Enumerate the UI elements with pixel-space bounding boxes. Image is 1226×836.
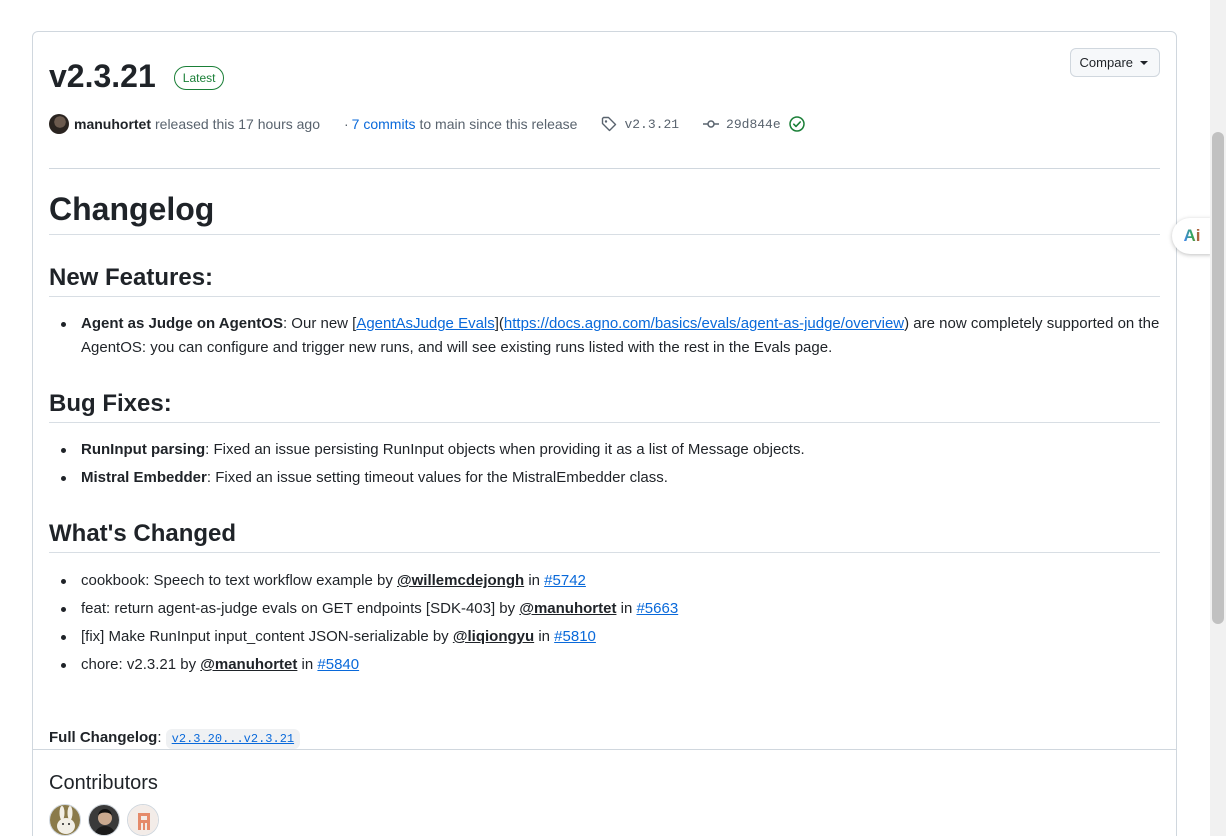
fix-name: RunInput parsing <box>81 441 206 458</box>
git-commit-icon <box>703 116 720 132</box>
list-item: chore: v2.3.21 by @manuhortet in #5840 <box>49 653 1160 677</box>
full-changelog: Full Changelog: v2.3.20...v2.3.21 <box>49 726 301 751</box>
avatar[interactable] <box>49 114 69 134</box>
new-features-list: Agent as Judge on AgentOS: Our new [Agen… <box>49 312 1160 360</box>
docs-link[interactable]: https://docs.agno.com/basics/evals/agent… <box>504 315 904 332</box>
caret-down-icon <box>1140 60 1148 65</box>
bug-fixes-list: RunInput parsing: Fixed an issue persist… <box>49 438 1160 490</box>
pr-link[interactable]: #5810 <box>554 628 596 645</box>
list-item: RunInput parsing: Fixed an issue persist… <box>49 438 1160 462</box>
ai-assistant-label: Ai <box>1183 226 1201 245</box>
released-text: released this 17 hours ago <box>155 116 320 132</box>
latest-badge: Latest <box>173 66 225 90</box>
user-link[interactable]: @liqiongyu <box>453 628 534 645</box>
compare-label: Compare <box>1079 55 1133 70</box>
contributors-divider <box>33 749 1176 750</box>
author-link[interactable]: manuhortet <box>74 116 151 132</box>
verified-check-icon[interactable] <box>788 116 805 132</box>
new-features-heading: New Features: <box>49 264 214 291</box>
h2-rule <box>49 552 1160 553</box>
tag-icon <box>601 116 617 132</box>
fix-text: : Fixed an issue persisting RunInput obj… <box>205 441 805 458</box>
avatar[interactable] <box>88 804 120 836</box>
change-in: in <box>616 600 637 617</box>
h2-rule <box>49 422 1160 423</box>
feature-name: Agent as Judge on AgentOS <box>81 315 283 332</box>
change-text: chore: v2.3.21 by <box>81 656 201 673</box>
change-in: in <box>297 656 318 673</box>
feature-text: ]( <box>494 315 504 332</box>
list-item: Agent as Judge on AgentOS: Our new [Agen… <box>49 312 1160 360</box>
tag-link[interactable]: v2.3.21 <box>624 117 679 132</box>
change-in: in <box>534 628 555 645</box>
avatar[interactable] <box>49 804 81 836</box>
pr-link[interactable]: #5663 <box>636 600 678 617</box>
list-item: [fix] Make RunInput input_content JSON-s… <box>49 625 1160 649</box>
user-link[interactable]: @manuhortet <box>519 600 616 617</box>
whats-changed-list: cookbook: Speech to text workflow exampl… <box>49 569 1160 677</box>
feature-text: : Our new [ <box>282 315 357 332</box>
commits-suffix: to main since this release <box>419 116 578 132</box>
change-in: in <box>524 572 545 589</box>
commits-link[interactable]: 7 commits <box>352 116 416 132</box>
whats-changed-heading: What's Changed <box>49 520 237 547</box>
change-text: feat: return agent-as-judge evals on GET… <box>81 600 520 617</box>
commits-prefix: · <box>344 116 349 132</box>
user-link[interactable]: @manuhortet <box>200 656 297 673</box>
change-text: cookbook: Speech to text workflow exampl… <box>81 572 397 589</box>
fix-text: : Fixed an issue setting timeout values … <box>206 469 668 486</box>
pr-link[interactable]: #5840 <box>317 656 359 673</box>
user-link[interactable]: @willemcdejongh <box>397 572 524 589</box>
contributors-heading: Contributors <box>49 772 158 794</box>
list-item: feat: return agent-as-judge evals on GET… <box>49 597 1160 621</box>
changelog-heading: Changelog <box>49 191 215 227</box>
release-header: v2.3.21 Latest <box>49 58 225 94</box>
list-item: cookbook: Speech to text workflow exampl… <box>49 569 1160 593</box>
bug-fixes-heading: Bug Fixes: <box>49 390 172 417</box>
compare-range-link[interactable]: v2.3.20...v2.3.21 <box>165 729 301 749</box>
scrollbar-thumb[interactable] <box>1212 132 1224 624</box>
contributors-avatars <box>49 804 159 836</box>
h2-rule <box>49 296 1160 297</box>
full-changelog-label: Full Changelog <box>49 729 158 746</box>
compare-button[interactable]: Compare <box>1069 48 1160 77</box>
release-card: v2.3.21 Latest Compare manuhortet releas… <box>32 31 1177 836</box>
list-item: Mistral Embedder: Fixed an issue setting… <box>49 466 1160 490</box>
fix-name: Mistral Embedder <box>81 469 207 486</box>
agentasjudge-link[interactable]: AgentAsJudge Evals <box>356 315 494 332</box>
ai-assistant-button[interactable]: Ai <box>1172 218 1212 254</box>
commit-sha-link[interactable]: 29d844e <box>726 117 781 132</box>
release-title: v2.3.21 <box>49 58 156 94</box>
change-text: [fix] Make RunInput input_content JSON-s… <box>81 628 453 645</box>
header-divider <box>49 168 1160 169</box>
avatar[interactable] <box>127 804 159 836</box>
full-changelog-sep: : <box>157 729 162 746</box>
h1-rule <box>49 234 1160 235</box>
pr-link[interactable]: #5742 <box>544 572 586 589</box>
release-meta: manuhortet released this 17 hours ago · … <box>49 114 805 134</box>
